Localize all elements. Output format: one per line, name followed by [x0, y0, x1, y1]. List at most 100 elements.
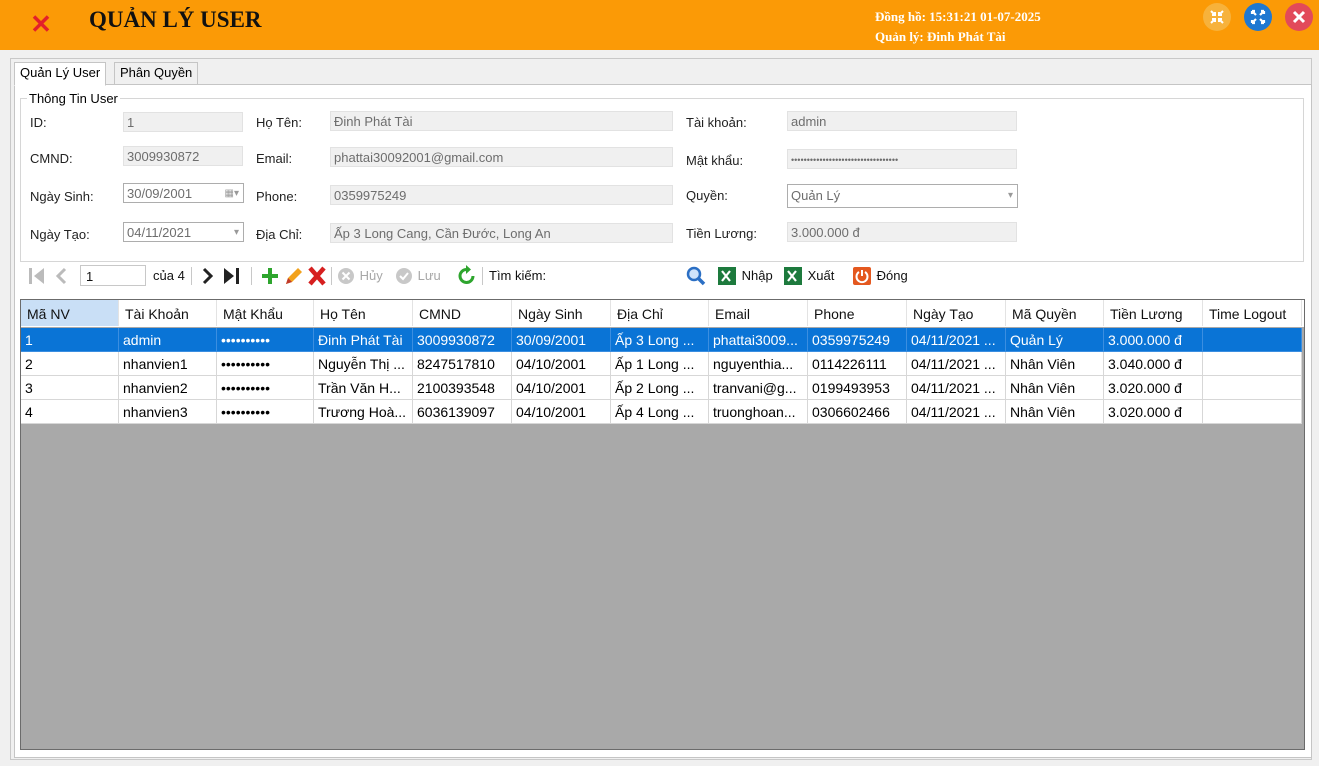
column-header[interactable]: Tài Khoản: [119, 300, 217, 326]
table-row[interactable]: 2 nhanvien1 •••••••••• Nguyễn Thị ... 824751…: [21, 352, 1302, 376]
table-cell[interactable]: 0306602466: [808, 400, 907, 424]
account-field[interactable]: admin: [787, 111, 1017, 131]
table-cell[interactable]: Ấp 2 Long ...: [611, 376, 709, 400]
user-data-grid[interactable]: Mã NV Tài Khoản Mật Khẩu Họ Tên CMND Ngày Sin…: [20, 299, 1305, 750]
table-cell[interactable]: truonghoan...: [709, 400, 808, 424]
table-cell[interactable]: 04/10/2001: [512, 352, 611, 376]
address-field[interactable]: Ấp 3 Long Cang, Cần Đước, Long An: [330, 223, 673, 243]
add-button[interactable]: [260, 263, 280, 289]
table-cell[interactable]: phattai3009...: [709, 328, 808, 352]
table-cell[interactable]: Trương Hoà...: [314, 400, 413, 424]
column-header[interactable]: Mật Khẩu: [217, 300, 314, 326]
column-header[interactable]: Ngày Tạo: [907, 300, 1006, 326]
table-cell[interactable]: tranvani@g...: [709, 376, 808, 400]
calendar-dropdown-icon[interactable]: ▾: [234, 223, 239, 241]
table-cell[interactable]: 3.000.000 đ: [1104, 328, 1203, 352]
column-header[interactable]: Họ Tên: [314, 300, 413, 326]
table-cell[interactable]: Nhân Viên: [1006, 400, 1104, 424]
table-cell[interactable]: 3.020.000 đ: [1104, 376, 1203, 400]
table-cell[interactable]: 0199493953: [808, 376, 907, 400]
table-cell[interactable]: 04/10/2001: [512, 400, 611, 424]
email-field[interactable]: phattai30092001@gmail.com: [330, 147, 673, 167]
table-cell[interactable]: 30/09/2001: [512, 328, 611, 352]
column-header[interactable]: Địa Chỉ: [611, 300, 709, 326]
table-cell[interactable]: Nhân Viên: [1006, 352, 1104, 376]
table-row[interactable]: 3 nhanvien2 •••••••••• Trần Văn H... 2100393…: [21, 376, 1302, 400]
table-cell[interactable]: 3.020.000 đ: [1104, 400, 1203, 424]
table-cell[interactable]: 3009930872: [413, 328, 512, 352]
table-cell[interactable]: [1203, 400, 1302, 424]
refresh-button[interactable]: [456, 263, 478, 289]
column-header[interactable]: Mã NV: [21, 300, 119, 326]
table-row[interactable]: 1 admin •••••••••• Đinh Phát Tài 3009930872 3…: [21, 328, 1302, 352]
phone-field[interactable]: 0359975249: [330, 185, 673, 205]
position-input[interactable]: 1: [80, 265, 146, 286]
maximize-button[interactable]: [1244, 3, 1272, 31]
close-button[interactable]: Đóng: [851, 263, 908, 289]
table-cell[interactable]: nhanvien1: [119, 352, 217, 376]
tab-phan-quyen[interactable]: Phân Quyền: [114, 62, 199, 86]
table-cell[interactable]: ••••••••••: [217, 352, 314, 376]
column-header[interactable]: Mã Quyền: [1006, 300, 1104, 326]
edit-button[interactable]: [283, 263, 303, 289]
birth-date-picker[interactable]: 30/09/2001 ▦▾: [123, 183, 244, 203]
salary-field[interactable]: 3.000.000 đ: [787, 222, 1017, 242]
table-cell[interactable]: 04/11/2021 ...: [907, 328, 1006, 352]
column-header[interactable]: Ngày Sinh: [512, 300, 611, 326]
name-field[interactable]: Đinh Phát Tài: [330, 111, 673, 131]
table-cell[interactable]: 2100393548: [413, 376, 512, 400]
table-cell[interactable]: nhanvien3: [119, 400, 217, 424]
table-cell[interactable]: 0359975249: [808, 328, 907, 352]
table-cell[interactable]: 6036139097: [413, 400, 512, 424]
table-cell[interactable]: 04/11/2021 ...: [907, 376, 1006, 400]
calendar-dropdown-icon[interactable]: ▦▾: [225, 184, 239, 202]
move-last-button[interactable]: [221, 263, 245, 289]
table-cell[interactable]: ••••••••••: [217, 400, 314, 424]
role-select[interactable]: Quản Lý ▾: [787, 184, 1018, 208]
save-button[interactable]: Lưu: [394, 263, 441, 289]
table-cell[interactable]: Ấp 4 Long ...: [611, 400, 709, 424]
cmnd-field[interactable]: 3009930872: [123, 146, 243, 166]
table-cell[interactable]: Nguyễn Thị ...: [314, 352, 413, 376]
table-cell[interactable]: [1203, 376, 1302, 400]
column-header[interactable]: CMND: [413, 300, 512, 326]
export-button[interactable]: Xuất: [782, 263, 834, 289]
table-cell[interactable]: Ấp 3 Long ...: [611, 328, 709, 352]
move-first-button[interactable]: [26, 263, 48, 289]
search-button[interactable]: [685, 263, 707, 289]
table-cell[interactable]: 04/10/2001: [512, 376, 611, 400]
table-cell[interactable]: 1: [21, 328, 119, 352]
table-cell[interactable]: ••••••••••: [217, 328, 314, 352]
cancel-button[interactable]: Hủy: [336, 263, 383, 289]
column-header[interactable]: Time Logout: [1203, 300, 1302, 326]
table-cell[interactable]: [1203, 352, 1302, 376]
close-window-button[interactable]: [1285, 3, 1313, 31]
column-header[interactable]: Email: [709, 300, 808, 326]
table-cell[interactable]: nhanvien2: [119, 376, 217, 400]
table-cell[interactable]: 3: [21, 376, 119, 400]
table-cell[interactable]: [1203, 328, 1302, 352]
table-cell[interactable]: 2: [21, 352, 119, 376]
table-cell[interactable]: 3.040.000 đ: [1104, 352, 1203, 376]
column-header[interactable]: Tiền Lương: [1104, 300, 1203, 326]
table-cell[interactable]: Quản Lý: [1006, 328, 1104, 352]
import-button[interactable]: Nhập: [716, 263, 773, 289]
table-cell[interactable]: nguyenthia...: [709, 352, 808, 376]
table-cell[interactable]: 8247517810: [413, 352, 512, 376]
delete-button[interactable]: [306, 263, 328, 289]
table-cell[interactable]: 4: [21, 400, 119, 424]
move-next-button[interactable]: [200, 263, 216, 289]
table-cell[interactable]: Trần Văn H...: [314, 376, 413, 400]
move-previous-button[interactable]: [53, 263, 69, 289]
table-cell[interactable]: 04/11/2021 ...: [907, 352, 1006, 376]
password-field[interactable]: ••••••••••••••••••••••••••••••••••: [787, 149, 1017, 169]
id-field[interactable]: 1: [123, 112, 243, 132]
chevron-down-icon[interactable]: ▾: [1008, 185, 1013, 207]
created-date-picker[interactable]: 04/11/2021 ▾: [123, 222, 244, 242]
table-cell[interactable]: admin: [119, 328, 217, 352]
table-cell[interactable]: 0114226111: [808, 352, 907, 376]
close-form-icon[interactable]: ✕: [27, 10, 55, 38]
column-header[interactable]: Phone: [808, 300, 907, 326]
table-cell[interactable]: 04/11/2021 ...: [907, 400, 1006, 424]
table-cell[interactable]: Ấp 1 Long ...: [611, 352, 709, 376]
